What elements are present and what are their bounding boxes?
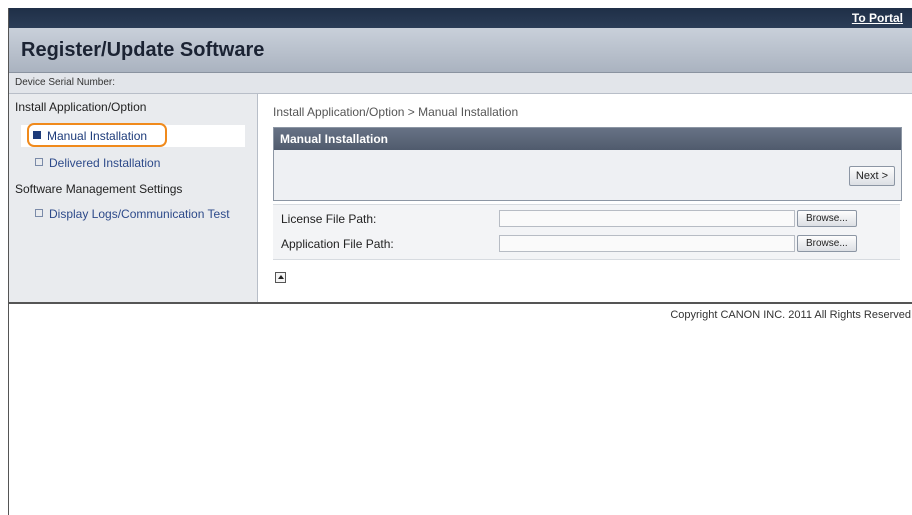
application-file-label: Application File Path: — [281, 237, 394, 251]
license-file-input[interactable] — [499, 210, 795, 227]
square-bullet-icon — [35, 158, 43, 166]
application-file-input[interactable] — [499, 235, 795, 252]
highlight-ring — [27, 123, 167, 147]
panel-title: Manual Installation — [274, 128, 901, 150]
sidebar-item-label: Display Logs/Communication Test — [49, 207, 230, 221]
sidebar-item-delivered-installation[interactable]: Delivered Installation — [35, 156, 160, 170]
top-bar: To Portal — [9, 8, 912, 28]
title-bar: Register/Update Software — [9, 28, 912, 73]
application-file-row: Application File Path: Browse... — [273, 232, 900, 256]
to-portal-link[interactable]: To Portal — [852, 11, 903, 25]
breadcrumb: Install Application/Option > Manual Inst… — [273, 105, 519, 119]
square-bullet-icon — [35, 209, 43, 217]
license-file-row: License File Path: Browse... — [273, 207, 900, 231]
copyright-text: Copyright CANON INC. 2011 All Rights Res… — [670, 309, 911, 321]
sidebar-group-software-management: Software Management Settings — [15, 182, 183, 196]
application-browse-button[interactable]: Browse... — [797, 235, 857, 252]
footer-divider — [9, 302, 912, 304]
main-content: Install Application/Option > Manual Inst… — [258, 94, 912, 302]
license-file-label: License File Path: — [281, 212, 377, 226]
page-title: Register/Update Software — [21, 39, 265, 61]
sidebar-group-install: Install Application/Option — [15, 100, 147, 114]
next-button[interactable]: Next > — [848, 166, 895, 186]
page-frame: To Portal Register/Update Software Devic… — [8, 8, 912, 515]
sidebar-item-label: Delivered Installation — [49, 156, 161, 170]
serial-bar: Device Serial Number: — [9, 73, 912, 94]
manual-installation-panel: Manual Installation Next > — [273, 127, 902, 201]
file-path-form: License File Path: Browse... Application… — [273, 204, 900, 260]
scroll-to-top-icon[interactable] — [275, 272, 286, 283]
license-browse-button[interactable]: Browse... — [797, 210, 857, 227]
sidebar: Install Application/Option Manual Instal… — [9, 94, 258, 302]
device-serial-label: Device Serial Number: — [15, 77, 116, 88]
sidebar-item-display-logs[interactable]: Display Logs/Communication Test — [35, 207, 230, 221]
